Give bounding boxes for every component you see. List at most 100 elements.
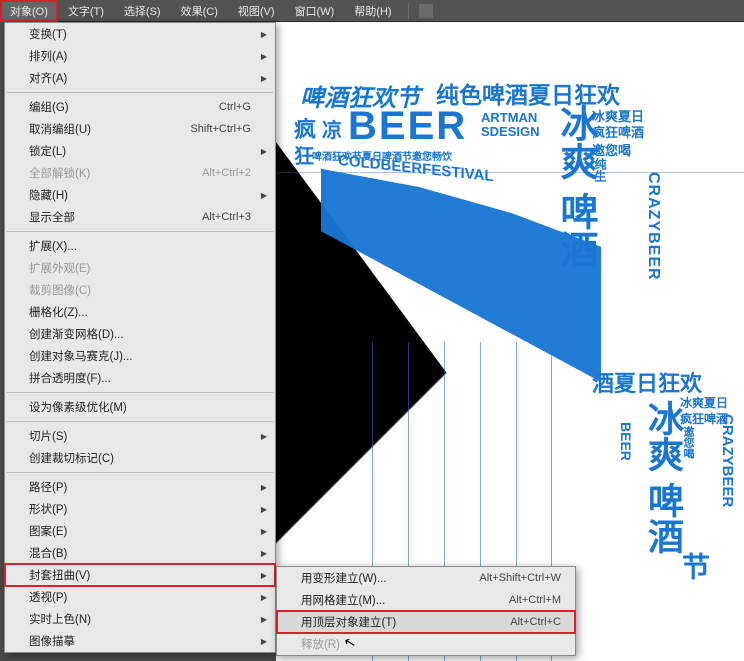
menu-item-label: 实时上色(N) (29, 611, 91, 627)
menu-item-label: 对齐(A) (29, 70, 67, 86)
menu-shortcut: Alt+Ctrl+M (509, 594, 561, 606)
menu-item[interactable]: 图案(E) (5, 520, 275, 542)
menu-item-label: 形状(P) (29, 501, 67, 517)
menu-item-label: 取消编组(U) (29, 121, 91, 137)
menu-separator (7, 392, 273, 393)
doc-toggle-icon[interactable] (419, 4, 433, 18)
menu-item-label: 释放(R) (301, 636, 340, 652)
menu-item-label: 创建对象马赛克(J)... (29, 348, 133, 364)
menu-item-label: 显示全部 (29, 209, 75, 225)
art-text: 疯狂啤酒 (592, 122, 644, 141)
menu-item-label: 裁剪图像(C) (29, 282, 91, 298)
menu-item-label: 路径(P) (29, 479, 67, 495)
menu-item[interactable]: 取消编组(U) Shift+Ctrl+G (5, 118, 275, 140)
art-text: ARTMAN (481, 110, 537, 125)
menu-item[interactable]: 排列(A) (5, 45, 275, 67)
menu-item-label: 图案(E) (29, 523, 67, 539)
menu-item-label: 封套扭曲(V) (29, 567, 90, 583)
menu-item: 释放(R) (277, 633, 575, 655)
menu-item[interactable]: 对齐(A) (5, 67, 275, 89)
menu-item[interactable]: 用顶层对象建立(T) Alt+Ctrl+C (277, 611, 575, 633)
menu-item[interactable]: 创建裁切标记(C) (5, 447, 275, 469)
menu-item[interactable]: 用网格建立(M)... Alt+Ctrl+M (277, 589, 575, 611)
menu-item[interactable]: 栅格化(Z)... (5, 301, 275, 323)
menu-item[interactable]: 变换(T) (5, 23, 275, 45)
menu-item[interactable]: 形状(P) (5, 498, 275, 520)
menu-item: 扩展外观(E) (5, 257, 275, 279)
menu-item-label: 全部解锁(K) (29, 165, 90, 181)
menu-shortcut: Shift+Ctrl+G (190, 123, 251, 135)
menu-item[interactable]: 显示全部 Alt+Ctrl+3 (5, 206, 275, 228)
menu-item-label: 排列(A) (29, 48, 67, 64)
menu-item[interactable]: 混合(B) (5, 542, 275, 564)
menu-item-label: 用网格建立(M)... (301, 592, 385, 608)
menu-item[interactable]: 编组(G) Ctrl+G (5, 96, 275, 118)
envelope-submenu: 用变形建立(W)... Alt+Shift+Ctrl+W 用网格建立(M)... Al… (276, 566, 576, 656)
menu-item-label: 创建裁切标记(C) (29, 450, 114, 466)
menu-item-label: 切片(S) (29, 428, 67, 444)
menu-type[interactable]: 文字(T) (58, 0, 114, 22)
menu-item[interactable]: 锁定(L) (5, 140, 275, 162)
menu-item-label: 锁定(L) (29, 143, 66, 159)
menu-item[interactable]: 路径(P) (5, 476, 275, 498)
art-text: BEER (618, 422, 634, 461)
art-text: 凉 (322, 114, 342, 143)
menu-window[interactable]: 窗口(W) (285, 0, 345, 22)
art-text: 冰爽夏日 (680, 394, 728, 411)
menu-item-label: 拼合透明度(F)... (29, 370, 111, 386)
separator (408, 3, 409, 19)
menu-item-label: 编组(G) (29, 99, 69, 115)
menu-view[interactable]: 视图(V) (228, 0, 285, 22)
menu-effect[interactable]: 效果(C) (171, 0, 228, 22)
menu-item[interactable]: 图像描摹 (5, 630, 275, 652)
art-text: 纯生 (592, 158, 609, 182)
menu-item[interactable]: 透视(P) (5, 586, 275, 608)
menu-item[interactable]: 封套扭曲(V) (5, 564, 275, 586)
guide (276, 172, 744, 173)
menu-item-label: 扩展(X)... (29, 238, 77, 254)
object-dropdown: 变换(T) 排列(A) 对齐(A) 编组(G) Ctrl+G 取消编组(U) Shift+C… (4, 22, 276, 653)
menu-item-label: 设为像素级优化(M) (29, 399, 127, 415)
art-text: CRAZYBEER (644, 172, 662, 281)
menu-item[interactable]: 用变形建立(W)... Alt+Shift+Ctrl+W (277, 567, 575, 589)
menu-item-label: 创建渐变网格(D)... (29, 326, 124, 342)
menu-help[interactable]: 帮助(H) (344, 0, 401, 22)
menu-separator (7, 92, 273, 93)
art-text: BEER (348, 104, 467, 149)
menu-item: 全部解锁(K) Alt+Ctrl+2 (5, 162, 275, 184)
menu-item-label: 图像描摹 (29, 633, 75, 649)
menu-separator (7, 472, 273, 473)
menu-shortcut: Alt+Ctrl+C (510, 616, 561, 628)
menu-item-label: 变换(T) (29, 26, 67, 42)
menu-item[interactable]: 隐藏(H) (5, 184, 275, 206)
art-text: 邀您喝 (680, 426, 696, 459)
menu-item-label: 用变形建立(W)... (301, 570, 387, 586)
menu-item[interactable]: 拼合透明度(F)... (5, 367, 275, 389)
menu-separator (7, 421, 273, 422)
menu-separator (7, 231, 273, 232)
menu-item-label: 混合(B) (29, 545, 67, 561)
menu-select[interactable]: 选择(S) (114, 0, 171, 22)
menu-item-label: 扩展外观(E) (29, 260, 90, 276)
menu-item[interactable]: 设为像素级优化(M) (5, 396, 275, 418)
art-text: 啤酒 (637, 482, 689, 554)
menu-item[interactable]: 切片(S) (5, 425, 275, 447)
menu-item[interactable]: 实时上色(N) (5, 608, 275, 630)
menu-object[interactable]: 对象(O) (0, 0, 58, 22)
art-text: 节 (674, 552, 714, 580)
menu-item: 裁剪图像(C) (5, 279, 275, 301)
art-text: CRAZYBEER (719, 414, 736, 507)
menu-item[interactable]: 创建对象马赛克(J)... (5, 345, 275, 367)
menu-item[interactable]: 扩展(X)... (5, 235, 275, 257)
art-text: 邀您喝 (592, 140, 631, 159)
art-text: SDESIGN (481, 124, 540, 139)
menu-shortcut: Alt+Shift+Ctrl+W (479, 572, 561, 584)
menu-item[interactable]: 创建渐变网格(D)... (5, 323, 275, 345)
menu-shortcut: Alt+Ctrl+3 (202, 211, 251, 223)
menu-item-label: 透视(P) (29, 589, 67, 605)
menu-item-label: 栅格化(Z)... (29, 304, 88, 320)
menu-item-label: 用顶层对象建立(T) (301, 614, 396, 630)
menu-shortcut: Ctrl+G (219, 101, 251, 113)
menubar: 对象(O) 文字(T) 选择(S) 效果(C) 视图(V) 窗口(W) 帮助(H… (0, 0, 744, 22)
menu-shortcut: Alt+Ctrl+2 (202, 167, 251, 179)
